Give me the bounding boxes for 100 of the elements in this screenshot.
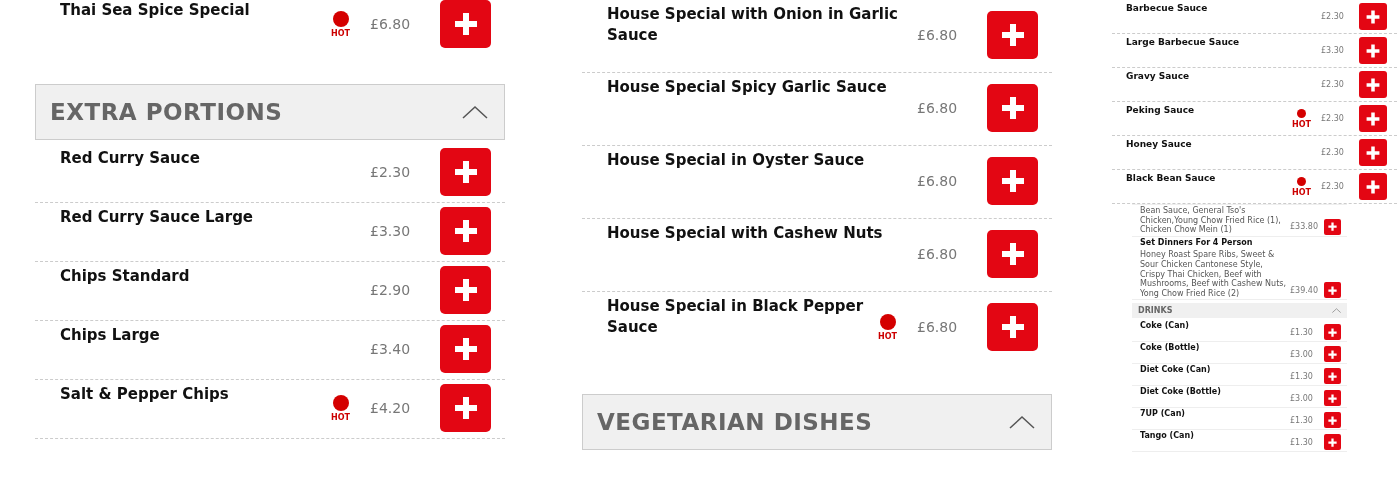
price: £6.80 — [917, 319, 959, 335]
plus-icon — [1366, 179, 1380, 194]
plus-icon — [453, 219, 478, 243]
plus-icon — [1328, 393, 1337, 403]
add-button[interactable] — [987, 11, 1038, 59]
price: £1.30 — [1290, 415, 1314, 425]
dish-name: Diet Coke (Can) — [1140, 365, 1212, 375]
add-button[interactable] — [1324, 390, 1341, 407]
add-button[interactable] — [1359, 139, 1387, 166]
plus-icon — [1328, 222, 1337, 232]
price: £2.30 — [1321, 80, 1345, 89]
add-button[interactable] — [987, 157, 1038, 205]
add-button[interactable] — [987, 84, 1038, 132]
dish-name: Chips Standard — [60, 266, 191, 287]
dish-name: Diet Coke (Bottle) — [1140, 387, 1222, 397]
dish-name: Chips Large — [60, 325, 161, 346]
dish-name: Black Bean Sauce — [1126, 172, 1217, 185]
plus-icon — [453, 337, 478, 361]
price: £2.30 — [1321, 12, 1345, 21]
hot-label: HOT — [1292, 187, 1311, 197]
section-title: VEGETARIAN DISHES — [597, 409, 873, 435]
dish-name: House Special with Onion in Garlic Sauce — [607, 4, 899, 46]
plus-icon — [453, 160, 478, 184]
add-button[interactable] — [440, 266, 491, 314]
dish-name: 7UP (Can) — [1140, 409, 1186, 419]
add-button[interactable] — [1324, 434, 1341, 451]
price: £2.90 — [370, 282, 412, 298]
price: £4.20 — [370, 400, 412, 416]
add-button[interactable] — [440, 207, 491, 255]
add-button[interactable] — [440, 325, 491, 373]
price: £6.80 — [917, 100, 959, 116]
plus-icon — [1328, 371, 1337, 381]
section-header[interactable]: EXTRA PORTIONS — [35, 84, 505, 140]
plus-icon — [1328, 327, 1337, 337]
add-button[interactable] — [987, 230, 1038, 278]
plus-icon — [1000, 96, 1025, 120]
hot-label: HOT — [331, 412, 350, 422]
add-button[interactable] — [1359, 173, 1387, 200]
add-button[interactable] — [1359, 37, 1387, 64]
dish-name: Coke (Bottle) — [1140, 343, 1201, 353]
add-button[interactable] — [1324, 368, 1341, 385]
dish-name: Red Curry Sauce — [60, 148, 201, 169]
add-button[interactable] — [440, 384, 491, 432]
dish-name: House Special with Cashew Nuts — [607, 223, 884, 244]
plus-icon — [1000, 315, 1025, 339]
add-button[interactable] — [1359, 71, 1387, 98]
section-header[interactable]: DRINKS — [1132, 303, 1347, 319]
price: £3.30 — [370, 223, 412, 239]
dish-name: Tango (Can) — [1140, 431, 1195, 441]
dish-name: Salt & Pepper Chips — [60, 384, 230, 405]
add-button[interactable] — [1359, 3, 1387, 30]
price: £3.40 — [370, 341, 412, 357]
plus-icon — [1000, 23, 1025, 47]
section-title: DRINKS — [1138, 306, 1173, 316]
price: £6.80 — [370, 16, 412, 32]
add-button[interactable] — [440, 0, 491, 48]
price: £6.80 — [917, 246, 959, 262]
price: £2.30 — [1321, 114, 1345, 123]
price: £33.80 — [1290, 222, 1319, 232]
hot-dot-icon — [332, 10, 349, 27]
plus-icon — [1366, 43, 1380, 58]
hot-label: HOT — [1292, 119, 1311, 129]
dish-name: Peking Sauce — [1126, 104, 1196, 117]
add-button[interactable] — [1324, 218, 1341, 235]
plus-icon — [1328, 415, 1337, 425]
dish-name: Large Barbecue Sauce — [1126, 36, 1241, 49]
dish-name: Barbecue Sauce — [1126, 2, 1209, 15]
add-button[interactable] — [1324, 412, 1341, 429]
add-button[interactable] — [1324, 324, 1341, 341]
plus-icon — [1366, 77, 1380, 92]
price: £2.30 — [1321, 182, 1345, 191]
dish-name: Thai Sea Spice Special — [60, 0, 251, 21]
hot-dot-icon — [1297, 176, 1306, 186]
section-title: EXTRA PORTIONS — [50, 99, 283, 125]
plus-icon — [453, 12, 478, 36]
add-button[interactable] — [1324, 346, 1341, 363]
dish-name: House Special in Oyster Sauce — [607, 150, 866, 171]
hot-dot-icon — [1297, 108, 1306, 118]
hot-label: HOT — [878, 331, 897, 341]
plus-icon — [1366, 111, 1380, 126]
hot-label: HOT — [331, 28, 350, 38]
dish-name: Gravy Sauce — [1126, 70, 1191, 83]
plus-icon — [453, 278, 478, 302]
add-button[interactable] — [1324, 282, 1341, 299]
price: £6.80 — [917, 27, 959, 43]
add-button[interactable] — [440, 148, 491, 196]
plus-icon — [453, 396, 478, 420]
add-button[interactable] — [987, 303, 1038, 351]
hot-dot-icon — [332, 394, 349, 411]
price: £3.30 — [1321, 46, 1345, 55]
dish-name: Set Dinners For 4 Person — [1140, 237, 1254, 248]
add-button[interactable] — [1359, 105, 1387, 132]
plus-icon — [1000, 169, 1025, 193]
plus-icon — [1328, 349, 1337, 359]
dish-name: Honey Sauce — [1126, 138, 1193, 151]
section-header[interactable]: VEGETARIAN DISHES — [582, 394, 1052, 450]
plus-icon — [1328, 285, 1337, 295]
plus-icon — [1366, 145, 1380, 160]
dish-description: Honey Roast Spare Ribs, Sweet & Sour Chicken Cantonese Style, Crispy Thai Chicken, Beef with Mushrooms, Beef with Cashew Nuts, Yong Chow Fried Rice (2) — [1140, 250, 1286, 299]
price: £39.40 — [1290, 285, 1319, 295]
